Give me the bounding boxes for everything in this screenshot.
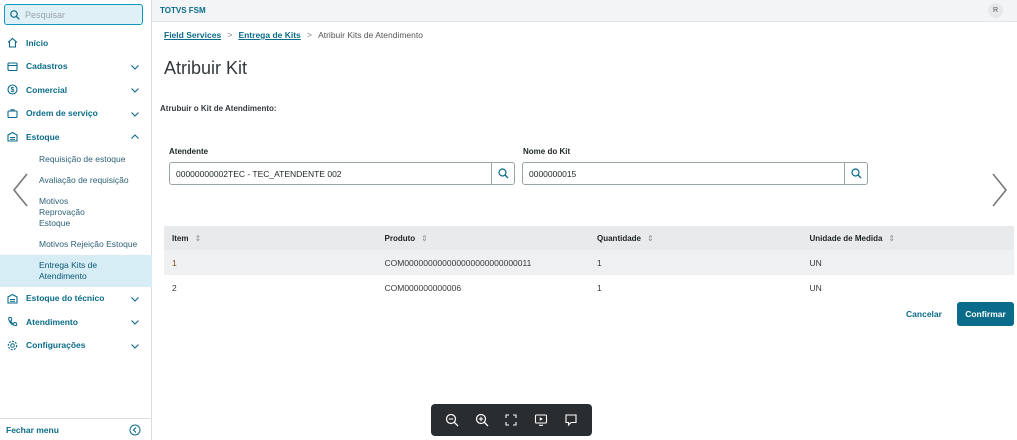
next-arrow-icon[interactable] <box>990 170 1010 210</box>
presentation-icon[interactable] <box>532 411 550 429</box>
collapse-menu-icon[interactable] <box>129 424 141 436</box>
search-icon <box>850 168 861 179</box>
nome-kit-lookup-button[interactable] <box>844 163 867 184</box>
warehouse-icon <box>6 131 18 143</box>
chevron-down-icon[interactable] <box>130 109 140 119</box>
submenu-item-motivos-rejeicao[interactable]: Motivos Rejeição Estoque <box>0 234 152 255</box>
home-icon <box>6 37 18 49</box>
chevron-down-icon[interactable] <box>130 62 140 72</box>
page-title: Atribuir Kit <box>164 58 248 78</box>
table-header: Item ⇕ Produto ⇕ Quantidade ⇕ Unidade de… <box>164 226 1014 250</box>
search-input[interactable] <box>25 9 135 20</box>
sort-icon[interactable]: ⇕ <box>421 234 428 243</box>
menu-item-label: Ordem de serviço <box>26 108 98 119</box>
breadcrumb-link-field-services[interactable]: Field Services <box>164 30 221 40</box>
close-menu-button[interactable]: Fechar menu <box>0 418 152 440</box>
previous-arrow-icon[interactable] <box>10 170 30 210</box>
cancel-button[interactable]: Cancelar <box>905 303 943 325</box>
svg-text:$: $ <box>10 87 14 94</box>
search-icon <box>497 168 508 179</box>
avatar[interactable]: R <box>988 3 1003 18</box>
register-icon <box>6 60 18 72</box>
menu-item-comercial[interactable]: $ Comercial <box>0 78 152 102</box>
menu-item-configuracoes[interactable]: Configurações <box>0 334 152 358</box>
column-header-produto[interactable]: Produto ⇕ <box>377 234 590 243</box>
column-header-item[interactable]: Item ⇕ <box>164 234 377 243</box>
cell-unidade: UN <box>809 282 822 293</box>
sort-icon[interactable]: ⇕ <box>647 234 654 243</box>
menu-item-label: Estoque do técnico <box>26 293 105 304</box>
work-order-icon <box>6 107 18 119</box>
cell-item: 2 <box>172 282 177 293</box>
search-icon <box>10 9 20 20</box>
chevron-down-icon[interactable] <box>130 85 140 95</box>
sort-icon[interactable]: ⇕ <box>888 234 895 243</box>
sidebar: Início Cadastros $ Comercial Ordem de se… <box>0 0 152 440</box>
menu-item-estoque[interactable]: Estoque <box>0 125 152 149</box>
column-label: Quantidade <box>597 233 642 243</box>
cell-quantidade: 1 <box>597 282 602 293</box>
menu-item-atendimento[interactable]: Atendimento <box>0 310 152 334</box>
viewer-toolbar <box>431 404 592 436</box>
chevron-down-icon[interactable] <box>130 317 140 327</box>
menu-item-label: Atendimento <box>26 316 78 327</box>
topbar: TOTVS FSM R <box>152 0 1017 22</box>
cell-item: 1 <box>172 257 177 268</box>
atendente-label: Atendente <box>169 147 209 156</box>
dollar-icon: $ <box>6 84 18 96</box>
fit-screen-icon[interactable] <box>502 411 520 429</box>
table-body: 1 COM000000000000000000000000011 1 UN 2 … <box>164 250 1014 300</box>
chevron-up-icon[interactable] <box>130 132 140 142</box>
column-label: Unidade de Medida <box>809 233 883 243</box>
chevron-down-icon[interactable] <box>130 294 140 304</box>
search-box[interactable] <box>4 4 143 25</box>
zoom-out-icon[interactable] <box>443 411 461 429</box>
submenu-item-requisicao-estoque[interactable]: Requisição de estoque <box>0 149 152 170</box>
column-header-quantidade[interactable]: Quantidade ⇕ <box>589 234 802 243</box>
section-label: Atrubuir o Kit de Atendimento: <box>160 104 277 113</box>
menu-item-ordem-de-servico[interactable]: Ordem de serviço <box>0 102 152 126</box>
menu-item-label: Início <box>26 37 49 48</box>
cell-produto: COM000000000006 <box>384 282 462 293</box>
column-label: Produto <box>384 233 416 243</box>
submenu-item-entrega-kits[interactable]: Entrega Kits de Atendimento <box>0 254 152 287</box>
nome-kit-label: Nome do Kit <box>523 147 571 156</box>
sort-icon[interactable]: ⇕ <box>194 234 201 243</box>
confirm-button[interactable]: Confirmar <box>957 302 1014 326</box>
menu-item-label: Configurações <box>26 340 86 351</box>
zoom-in-icon[interactable] <box>473 411 491 429</box>
menu-item-label: Comercial <box>26 84 68 95</box>
menu-item-label: Cadastros <box>26 61 68 72</box>
atendente-field[interactable]: 00000000002TEC - TEC_ATENDENTE 002 <box>169 162 515 185</box>
atendente-value[interactable]: 00000000002TEC - TEC_ATENDENTE 002 <box>170 169 491 179</box>
column-label: Item <box>172 233 189 243</box>
table-row[interactable]: 1 COM000000000000000000000000011 1 UN <box>164 250 1014 275</box>
breadcrumb-current: Atribuir Kits de Atendimento <box>318 30 423 40</box>
warehouse-icon <box>6 292 18 304</box>
breadcrumb-separator: > <box>227 30 233 40</box>
breadcrumb-link-entrega-kits[interactable]: Entrega de Kits <box>238 30 300 40</box>
chevron-down-icon[interactable] <box>130 341 140 351</box>
menu-item-label: Estoque <box>26 131 60 142</box>
column-header-unidade[interactable]: Unidade de Medida ⇕ <box>802 234 1015 243</box>
kit-items-table: Item ⇕ Produto ⇕ Quantidade ⇕ Unidade de… <box>164 226 1014 300</box>
atendente-lookup-button[interactable] <box>491 163 514 184</box>
nome-kit-value[interactable]: 0000000015 <box>523 169 844 179</box>
comment-icon[interactable] <box>562 411 580 429</box>
menu-item-estoque-tecnico[interactable]: Estoque do técnico <box>0 287 152 311</box>
breadcrumb-separator: > <box>306 30 313 40</box>
menu-item-inicio[interactable]: Início <box>0 31 152 55</box>
app-title: TOTVS FSM <box>160 6 206 15</box>
nome-kit-field[interactable]: 0000000015 <box>522 162 868 185</box>
breadcrumb: Field Services > Entrega de Kits > Atrib… <box>164 30 423 40</box>
menu-item-cadastros[interactable]: Cadastros <box>0 55 152 79</box>
main-content: Field Services > Entrega de Kits > Atrib… <box>152 22 1017 440</box>
cell-quantidade: 1 <box>597 257 602 268</box>
cell-produto: COM000000000000000000000000011 <box>384 257 532 268</box>
cell-unidade: UN <box>809 257 822 268</box>
table-row[interactable]: 2 COM000000000006 1 UN <box>164 275 1014 300</box>
close-menu-label: Fechar menu <box>6 424 59 435</box>
phone-icon <box>6 316 18 328</box>
gear-icon <box>6 339 18 351</box>
